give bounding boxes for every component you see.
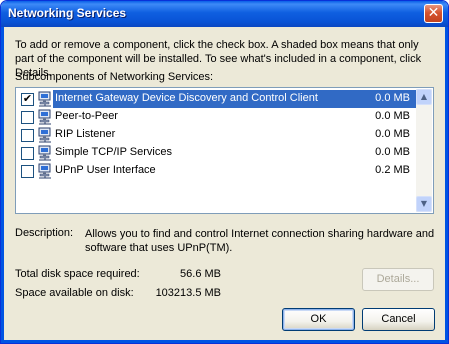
title-bar[interactable]: Networking Services ✕	[1, 1, 448, 27]
component-name: Peer-to-Peer	[55, 110, 118, 122]
network-computer-icon	[37, 127, 53, 143]
vertical-scrollbar[interactable]: ▲ ▼	[416, 89, 432, 212]
component-size: 0.0 MB	[375, 128, 410, 140]
check-icon: ✔	[22, 92, 33, 105]
component-size: 0.0 MB	[375, 110, 410, 122]
details-button[interactable]: Details...	[362, 268, 434, 291]
scroll-down-icon: ▼	[420, 199, 428, 208]
scroll-up-button[interactable]: ▲	[416, 89, 432, 105]
component-name: Simple TCP/IP Services	[55, 146, 172, 158]
component-checkbox[interactable]	[21, 129, 34, 142]
dialog-title: Networking Services	[8, 6, 127, 20]
component-name: RIP Listener	[55, 128, 116, 140]
close-icon: ✕	[427, 5, 440, 21]
window-frame-right	[445, 27, 448, 343]
component-size: 0.0 MB	[375, 146, 410, 158]
component-name: Internet Gateway Device Discovery and Co…	[53, 92, 320, 104]
list-item[interactable]: ✔ Internet Gateway Device Discovery and C…	[17, 90, 416, 108]
subcomponents-label: Subcomponents of Networking Services:	[15, 71, 214, 83]
component-checkbox[interactable]	[21, 111, 34, 124]
window-frame-bottom	[1, 340, 448, 343]
list-item[interactable]: Peer-to-Peer 0.0 MB	[17, 108, 416, 126]
disk-space-required-label: Total disk space required:	[15, 268, 140, 280]
subcomponents-list[interactable]: ✔ Internet Gateway Device Discovery and C…	[15, 87, 434, 214]
ok-button[interactable]: OK	[282, 308, 355, 331]
scroll-up-icon: ▲	[420, 92, 428, 101]
disk-space-available-label: Space available on disk:	[15, 287, 134, 299]
component-checkbox[interactable]	[21, 165, 34, 178]
component-size: 0.2 MB	[375, 164, 410, 176]
disk-space-required-value: 56.6 MB	[180, 268, 221, 280]
close-button[interactable]: ✕	[424, 4, 443, 23]
network-computer-icon	[37, 91, 53, 107]
component-checkbox[interactable]: ✔	[21, 92, 34, 106]
network-computer-icon	[37, 145, 53, 161]
subcomponents-list-items: ✔ Internet Gateway Device Discovery and C…	[17, 89, 416, 212]
cancel-button[interactable]: Cancel	[362, 308, 435, 331]
list-item[interactable]: Simple TCP/IP Services 0.0 MB	[17, 144, 416, 162]
description-text: Allows you to find and control Internet …	[85, 228, 435, 254]
component-size: 0.0 MB	[375, 92, 410, 104]
list-item[interactable]: RIP Listener 0.0 MB	[17, 126, 416, 144]
component-name: UPnP User Interface	[55, 164, 156, 176]
window-frame-left	[1, 27, 4, 343]
disk-space-available-value: 103213.5 MB	[155, 287, 221, 299]
list-item[interactable]: UPnP User Interface 0.2 MB	[17, 162, 416, 180]
component-checkbox[interactable]	[21, 147, 34, 160]
networking-services-dialog: Networking Services ✕ To add or remove a…	[0, 0, 449, 344]
network-computer-icon	[37, 109, 53, 125]
network-computer-icon	[37, 163, 53, 179]
description-label: Description:	[15, 227, 74, 239]
scroll-down-button[interactable]: ▼	[416, 196, 432, 212]
